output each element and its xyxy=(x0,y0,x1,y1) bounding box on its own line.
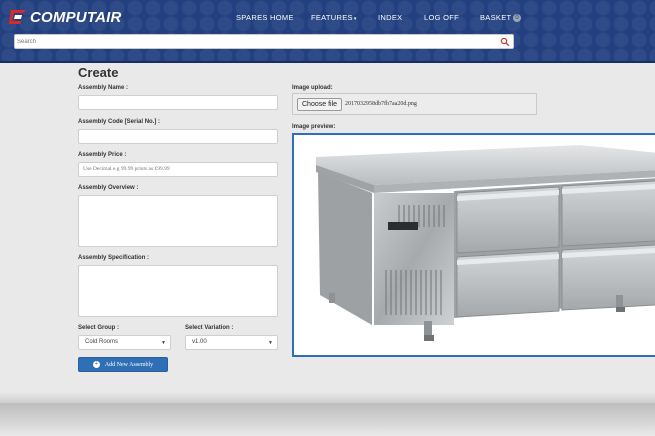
choose-file-button[interactable]: Choose file xyxy=(297,98,343,111)
chevron-down-icon: ▼ xyxy=(268,340,273,346)
assembly-spec-textarea[interactable] xyxy=(78,265,278,317)
plus-circle-icon: + xyxy=(92,361,100,368)
assembly-name-label: Assembly Name : xyxy=(78,85,129,91)
image-preview xyxy=(292,133,655,357)
nav-spares-home[interactable]: SPARES HOME xyxy=(236,13,294,22)
nav-index[interactable]: INDEX xyxy=(378,13,402,22)
selected-file-name: 2017032958db7fb7aa20d.png xyxy=(345,101,417,107)
image-upload-label: Image upload: xyxy=(292,85,333,91)
site-header: COMPUTAIR SPARES HOME FEATURES▾ INDEX LO… xyxy=(0,0,655,63)
chevron-down-icon: ▾ xyxy=(353,16,357,22)
select-group-dropdown[interactable]: Cold Rooms ▼ xyxy=(78,335,171,350)
nav-basket-label: BASKET xyxy=(480,13,512,22)
main-content: Create Assembly Name : Assembly Code [Se… xyxy=(0,63,655,393)
select-variation-label: Select Variation : xyxy=(185,325,234,331)
select-group-value: Cold Rooms xyxy=(85,339,119,345)
assembly-code-input[interactable] xyxy=(78,129,278,144)
image-preview-label: Image preview: xyxy=(292,124,336,130)
nav-features-label: FEATURES xyxy=(311,13,353,22)
add-new-assembly-button[interactable]: + Add New Assembly xyxy=(78,357,168,372)
assembly-price-label: Assembly Price : xyxy=(78,152,127,158)
nav-features[interactable]: FEATURES▾ xyxy=(311,13,357,22)
assembly-name-input[interactable] xyxy=(78,95,278,110)
page-footer xyxy=(0,403,655,436)
chevron-down-icon: ▼ xyxy=(161,340,166,346)
assembly-spec-label: Assembly Specification : xyxy=(78,255,150,261)
search-bar xyxy=(14,34,514,49)
add-new-assembly-label: Add New Assembly xyxy=(104,361,154,368)
select-group-label: Select Group : xyxy=(78,325,120,331)
search-icon[interactable] xyxy=(500,37,510,47)
search-input[interactable] xyxy=(17,36,487,48)
preview-image xyxy=(316,145,655,341)
footer-divider xyxy=(0,393,655,403)
assembly-code-label: Assembly Code [Serial No.] : xyxy=(78,119,161,125)
assembly-overview-textarea[interactable] xyxy=(78,195,278,247)
main-nav: SPARES HOME FEATURES▾ INDEX LOG OFF BASK… xyxy=(0,13,655,25)
nav-basket[interactable]: BASKET 0 xyxy=(480,13,522,22)
assembly-overview-label: Assembly Overview : xyxy=(78,185,139,191)
select-variation-dropdown[interactable]: v1.00 ▼ xyxy=(185,335,278,350)
basket-count-badge: 0 xyxy=(513,14,522,22)
assembly-price-input[interactable]: Use Decimal e.g 99.99 prints as £99.99 xyxy=(78,162,278,177)
nav-log-off[interactable]: LOG OFF xyxy=(424,13,459,22)
select-variation-value: v1.00 xyxy=(192,339,207,345)
image-upload-field: Choose file 2017032958db7fb7aa20d.png xyxy=(292,93,537,115)
page-title: Create xyxy=(78,65,119,80)
